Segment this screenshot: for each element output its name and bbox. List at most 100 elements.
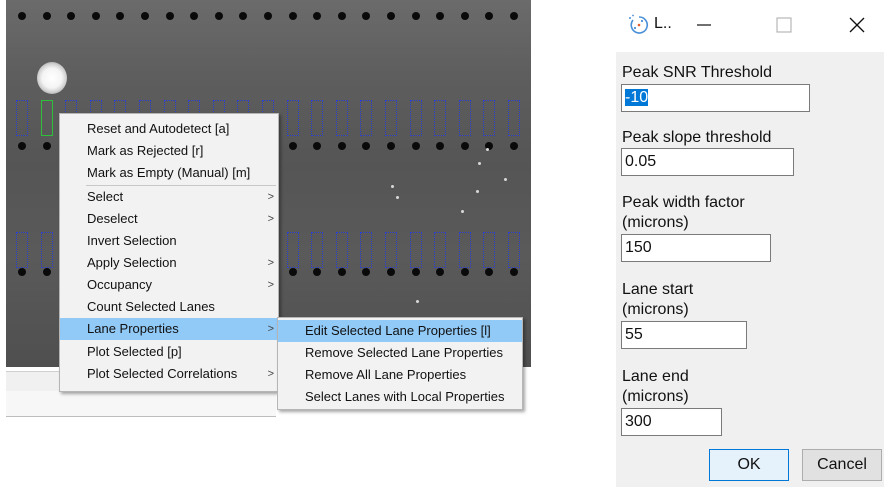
peak-slope-threshold-input[interactable]: 0.05: [621, 148, 794, 176]
lane-box[interactable]: [16, 232, 28, 268]
menu-item-label: Invert Selection: [87, 233, 177, 248]
lane-box[interactable]: [335, 232, 348, 268]
lane-box[interactable]: [385, 100, 397, 136]
lane-box[interactable]: [483, 100, 496, 136]
menu-item-label: Lane Properties: [87, 321, 179, 336]
menu-item-label: Select: [87, 189, 124, 204]
chip-hole: [485, 12, 494, 20]
submenu-item-remove-all[interactable]: Remove All Lane Properties: [278, 364, 522, 386]
chip-hole: [460, 12, 469, 20]
chip-hole: [337, 142, 346, 150]
submenu-arrow-icon: >: [267, 257, 274, 269]
chip-hole: [42, 142, 51, 150]
lane-start-label: Lane start: [622, 281, 694, 298]
menu-item-invert-selection[interactable]: Invert Selection: [60, 230, 278, 252]
lane-end-input[interactable]: 300: [621, 408, 722, 436]
menu-item-plot-selected[interactable]: Plot Selected [p]: [60, 341, 278, 363]
image-speck: [486, 148, 489, 151]
minimize-icon[interactable]: [689, 10, 719, 40]
menu-item-mark-empty[interactable]: Mark as Empty (Manual) [m]: [60, 162, 278, 184]
menu-item-deselect[interactable]: Deselect >: [60, 208, 278, 230]
lane-box[interactable]: [508, 100, 520, 136]
menu-item-label: Occupancy: [87, 277, 153, 292]
dialog-title: L..: [654, 15, 672, 32]
image-speck: [461, 210, 464, 213]
chip-hole: [510, 268, 518, 276]
peak-width-factor-input[interactable]: 150: [621, 234, 771, 262]
chip-hole: [18, 12, 26, 20]
menu-item-label: Plot Selected [p]: [87, 344, 182, 359]
submenu-arrow-icon: >: [267, 323, 274, 335]
chip-hole: [288, 12, 297, 20]
image-speck: [478, 162, 481, 165]
selected-text: -10: [625, 89, 649, 106]
dialog-titlebar[interactable]: L..: [616, 0, 884, 52]
submenu-arrow-icon: >: [267, 213, 274, 225]
lane-box[interactable]: [458, 100, 471, 136]
peak-width-factor-label: Peak width factor: [622, 194, 745, 211]
menu-item-count-selected[interactable]: Count Selected Lanes: [60, 296, 278, 318]
submenu-item-label: Remove All Lane Properties: [305, 367, 467, 382]
lane-box[interactable]: [40, 232, 53, 268]
lane-box[interactable]: [458, 232, 471, 268]
menu-item-label: Mark as Empty (Manual) [m]: [87, 165, 251, 180]
lane-box[interactable]: [483, 232, 496, 268]
lane-box[interactable]: [409, 100, 422, 136]
lane-properties-dialog: L.. Peak SNR Threshold -10 Peak slope th…: [616, 0, 884, 487]
chip-hole: [387, 142, 395, 150]
chip-hole: [510, 142, 518, 150]
maximize-icon[interactable]: [769, 10, 799, 40]
lane-end-label: Lane end: [622, 368, 689, 385]
menu-item-select[interactable]: Select >: [60, 186, 278, 208]
lane-box[interactable]: [434, 232, 447, 268]
submenu-item-select-local[interactable]: Select Lanes with Local Properties: [278, 386, 522, 408]
peak-snr-threshold-input[interactable]: -10: [621, 84, 810, 112]
menu-item-plot-correlations[interactable]: Plot Selected Correlations >: [60, 363, 278, 385]
close-icon[interactable]: [842, 10, 872, 40]
lane-app-icon: [629, 14, 649, 34]
chip-hole: [411, 12, 420, 20]
lane-box[interactable]: [409, 232, 422, 268]
menu-item-mark-rejected[interactable]: Mark as Rejected [r]: [60, 140, 278, 162]
lane-box[interactable]: [286, 100, 299, 136]
lane-box[interactable]: [360, 232, 373, 268]
lane-start-input[interactable]: 55: [621, 321, 747, 349]
peak-slope-threshold-label: Peak slope threshold: [622, 129, 772, 146]
submenu-item-label: Remove Selected Lane Properties: [305, 345, 504, 360]
chip-hole: [18, 142, 26, 150]
menu-item-label: Count Selected Lanes: [87, 299, 215, 314]
lane-box[interactable]: [508, 232, 520, 268]
lane-end-unit: (microns): [622, 388, 689, 405]
menu-item-reset-autodetect[interactable]: Reset and Autodetect [a]: [60, 118, 278, 140]
menu-item-occupancy[interactable]: Occupancy >: [60, 274, 278, 296]
chip-hole: [288, 142, 297, 150]
lane-box[interactable]: [360, 100, 373, 136]
image-speck: [416, 300, 419, 303]
lane-box[interactable]: [40, 100, 53, 136]
submenu-arrow-icon: >: [267, 279, 274, 291]
chip-hole: [313, 268, 322, 276]
lane-box[interactable]: [286, 232, 299, 268]
submenu-item-label: Select Lanes with Local Properties: [305, 389, 505, 404]
chip-hole: [460, 142, 469, 150]
submenu-item-remove-selected[interactable]: Remove Selected Lane Properties: [278, 342, 522, 364]
chip-hole: [436, 268, 445, 276]
submenu-item-edit-selected[interactable]: Edit Selected Lane Properties [l]: [278, 320, 522, 342]
lane-box[interactable]: [335, 100, 348, 136]
lane-box[interactable]: [385, 232, 397, 268]
cancel-button[interactable]: Cancel: [802, 449, 882, 481]
chip-hole: [264, 12, 272, 20]
chip-hole: [436, 12, 445, 20]
lane-box[interactable]: [311, 100, 324, 136]
lane-box[interactable]: [311, 232, 324, 268]
chip-hole: [313, 142, 322, 150]
lane-box[interactable]: [16, 100, 28, 136]
chip-hole: [313, 12, 322, 20]
peak-width-factor-unit: (microns): [622, 214, 689, 231]
menu-item-apply-selection[interactable]: Apply Selection >: [60, 252, 278, 274]
bright-spot: [37, 62, 67, 94]
image-speck: [396, 196, 399, 199]
menu-item-lane-properties[interactable]: Lane Properties >: [60, 318, 278, 340]
lane-box[interactable]: [434, 100, 447, 136]
ok-button[interactable]: OK: [709, 449, 789, 481]
